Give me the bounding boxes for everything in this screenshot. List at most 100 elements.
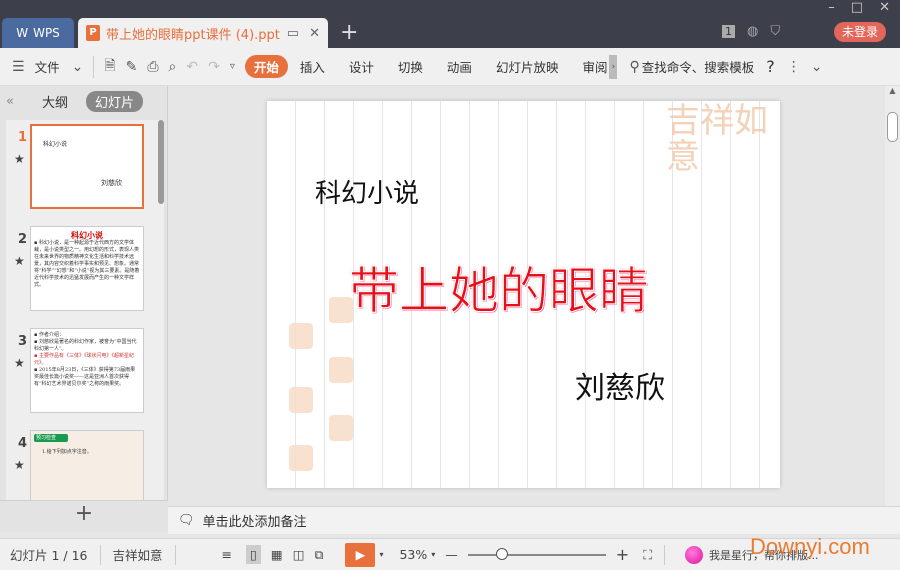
zoom-slider[interactable] <box>467 547 606 560</box>
seal-decoration <box>329 415 353 441</box>
ribbon-toolbar: ☰ 文件 ⌄ 🗎 ✎ ⎙ ⌕ ↶ ↷ ▿ 开始 插入 设计 切换 动画 幻灯片放… <box>0 48 900 86</box>
notes-icon: 🗨 <box>178 513 195 528</box>
zoom-out-button[interactable]: — <box>445 547 458 562</box>
play-dropdown-icon[interactable]: ▾ <box>379 550 383 559</box>
more-tabs-button[interactable]: › <box>609 54 618 79</box>
screen-icon[interactable]: ▭ <box>287 26 299 41</box>
animation-star-icon: ★ <box>14 458 25 472</box>
thumb-text: ▪ 主要作品有《三体》《球状闪电》《超新星纪元》。 <box>34 353 134 366</box>
seal-decoration <box>289 445 313 471</box>
reading-view-icon[interactable]: ◫ <box>293 547 305 562</box>
animation-star-icon: ★ <box>14 152 25 166</box>
add-slide-button[interactable]: + <box>0 500 168 532</box>
notes-bar[interactable]: 🗨 单击此处添加备注 <box>168 506 900 534</box>
slide-panel: « 大纲 幻灯片 1 ★ 科幻小说 刘慈欣 2 ★ 科幻小说 ▪ 科幻小说，是一… <box>0 86 168 506</box>
more-options-icon[interactable]: ⋮ <box>787 59 801 75</box>
hamburger-icon[interactable]: ☰ <box>12 59 25 75</box>
shirt-icon[interactable]: ⛉ <box>770 24 780 39</box>
thumb-title: 预习检查 <box>34 434 68 442</box>
fit-window-icon[interactable]: ⛶ <box>643 547 652 563</box>
slide-title[interactable]: 带上她的眼睛 <box>349 251 650 323</box>
minimize-button[interactable]: – <box>828 0 835 15</box>
tab-transition[interactable]: 切换 <box>398 57 423 76</box>
more-dropdown-icon[interactable]: ▿ <box>230 61 235 72</box>
notes-toggle-icon[interactable]: ≡ <box>222 547 232 562</box>
zoom-in-button[interactable]: + <box>616 545 629 564</box>
zoom-level[interactable]: 53% <box>399 547 427 562</box>
scroll-up-icon[interactable]: ▲ <box>885 86 900 95</box>
zoom-dropdown-icon[interactable]: ▾ <box>431 550 435 559</box>
watermark: Downyi.com <box>750 534 870 559</box>
tab-review[interactable]: 审阅 <box>582 57 607 76</box>
collapse-ribbon-icon[interactable]: ⌄ <box>811 59 823 75</box>
window-count-badge[interactable]: 1 <box>722 25 735 38</box>
slide-author[interactable]: 刘慈欣 <box>575 363 665 407</box>
sorter-view-icon[interactable]: ▦ <box>271 547 283 562</box>
thumb-title: 科幻小说 <box>71 230 103 240</box>
new-tab-button[interactable]: + <box>340 20 358 45</box>
tab-slideshow[interactable]: 幻灯片放映 <box>496 57 559 76</box>
thumb-text: 1.给下列加点字注音。 <box>42 449 92 455</box>
slide-thumbnail-2[interactable]: 2 ★ 科幻小说 ▪ 科幻小说，是一种起源于近代西方的文学体裁，是小说类型之一。… <box>6 226 156 316</box>
skin-icon[interactable]: ◍ <box>747 24 758 39</box>
thumbnail-scrollbar[interactable] <box>158 120 164 204</box>
maximize-button[interactable]: □ <box>851 0 863 15</box>
print-icon[interactable]: ⎙ <box>147 59 158 75</box>
chevron-down-icon[interactable]: ⌄ <box>72 59 84 75</box>
login-button[interactable]: 未登录 <box>834 22 886 42</box>
slide-thumbnail-1[interactable]: 1 ★ 科幻小说 刘慈欣 <box>6 124 156 214</box>
wps-tab-label: WPS <box>33 26 60 40</box>
search-icon[interactable]: ⚲ <box>629 59 639 75</box>
file-menu[interactable]: 文件 <box>35 57 60 76</box>
help-button[interactable]: ? <box>766 57 775 76</box>
animation-star-icon: ★ <box>14 356 25 370</box>
presenter-view-icon[interactable]: ⧉ <box>315 547 324 563</box>
slide-thumbnail-3[interactable]: 3 ★ ▪ 作者介绍： ▪ 刘慈欣是著名的科幻作家，被誉为“中国当代科幻第一人”… <box>6 328 156 418</box>
notes-placeholder[interactable]: 单击此处添加备注 <box>203 511 307 530</box>
tab-start[interactable]: 开始 <box>244 55 288 78</box>
slide-number: 2 <box>18 232 28 247</box>
command-search[interactable]: 查找命令、搜索模板 <box>642 57 755 76</box>
main-scrollbar[interactable]: ▲ <box>885 86 900 506</box>
close-window-button[interactable]: ✕ <box>879 0 890 15</box>
redo-icon[interactable]: ↷ <box>208 59 220 75</box>
collapse-panel-icon[interactable]: « <box>6 94 14 109</box>
decoration-calligraphy: 吉祥如意 <box>666 101 768 177</box>
seal-decoration <box>289 323 313 349</box>
undo-icon[interactable]: ↶ <box>186 59 198 75</box>
thumb-text: ▪ 2015年8月23日，《三体》获得第73届雨果奖最佳长篇小说奖——这是亚洲人… <box>34 367 136 387</box>
theme-name[interactable]: 吉祥如意 <box>113 545 163 564</box>
slides-tab[interactable]: 幻灯片 <box>85 90 143 112</box>
zoom-slider-knob[interactable] <box>495 547 508 560</box>
normal-view-icon[interactable]: ▯ <box>246 545 261 564</box>
outline-tab[interactable]: 大纲 <box>42 92 68 111</box>
thumb-text: 刘慈欣 <box>101 179 122 187</box>
scroll-thumb[interactable] <box>887 112 898 142</box>
slide-number: 4 <box>18 436 28 451</box>
thumb-text: ▪ 作者介绍： <box>34 332 64 338</box>
print-preview-icon[interactable]: ⌕ <box>169 59 177 75</box>
ppt-file-icon: P <box>86 25 100 41</box>
slide-counter: 幻灯片 1 / 16 <box>10 548 88 563</box>
document-tab[interactable]: P 带上她的眼睛ppt课件 (4).ppt ▭ ✕ <box>78 18 328 48</box>
close-tab-icon[interactable]: ✕ <box>309 26 320 41</box>
slide-thumbnail-4[interactable]: 4 ★ 预习检查 1.给下列加点字注音。 <box>6 430 156 500</box>
document-tab-label: 带上她的眼睛ppt课件 (4).ppt <box>106 27 280 43</box>
slide-number: 3 <box>18 334 28 349</box>
tab-insert[interactable]: 插入 <box>300 57 325 76</box>
wps-home-tab[interactable]: W WPS <box>2 18 74 48</box>
save-icon[interactable]: 🗎 <box>104 55 115 79</box>
tab-design[interactable]: 设计 <box>349 57 374 76</box>
seal-decoration <box>289 387 313 413</box>
format-painter-icon[interactable]: ✎ <box>126 59 138 75</box>
assistant-ball-icon[interactable] <box>684 545 703 564</box>
slide-subtitle[interactable]: 科幻小说 <box>315 173 419 210</box>
divider <box>93 55 95 78</box>
play-slideshow-button[interactable]: ▶ <box>345 542 376 567</box>
animation-star-icon: ★ <box>14 254 25 268</box>
wps-logo-icon: W <box>16 26 29 40</box>
thumb-text: 科幻小说 <box>43 141 68 148</box>
tab-animation[interactable]: 动画 <box>447 57 472 76</box>
slide-canvas[interactable]: 吉祥如意 科幻小说 带上她的眼睛 刘慈欣 <box>267 101 780 488</box>
seal-decoration <box>329 357 353 383</box>
